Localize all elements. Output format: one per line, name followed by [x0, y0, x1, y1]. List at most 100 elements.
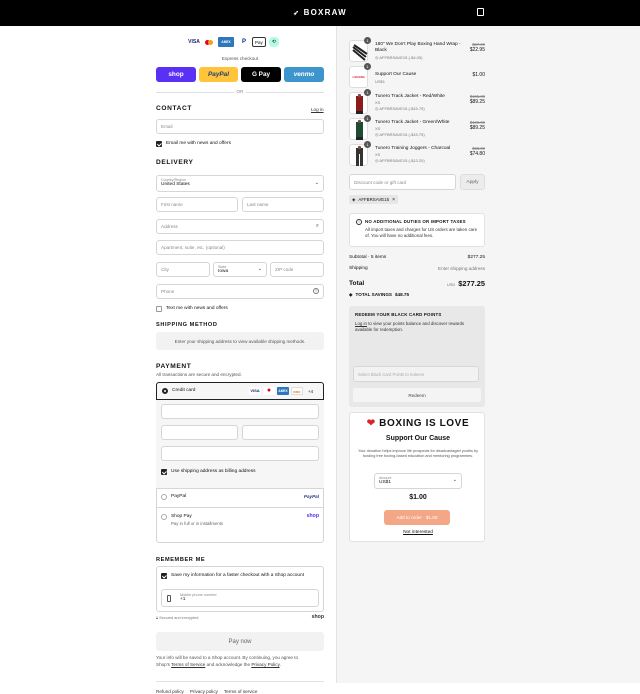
terms-link[interactable]: Terms of Service — [171, 662, 205, 667]
boxing-is-love-logo: ♥ BOXING — [352, 75, 365, 79]
price: $89.25 — [469, 99, 485, 105]
paypal-label: PayPal — [171, 494, 187, 499]
remove-discount-icon[interactable]: × — [392, 197, 395, 203]
name-on-card-field[interactable] — [161, 446, 319, 461]
chevron-down-icon: ⌄ — [452, 477, 457, 483]
amount-select[interactable]: Amount US$1 ⌄ — [374, 473, 462, 489]
phone-field[interactable]: Phone ? — [156, 284, 324, 299]
radio-icon — [161, 494, 167, 500]
card-brand-icons: VISA ● AMEX DISC +4 — [249, 387, 313, 395]
secure-note: 🔒︎ Secured and encrypted — [156, 616, 199, 620]
shop-logo: shop — [306, 513, 319, 519]
price: $89.25 — [469, 125, 485, 131]
lock-icon: 🔒︎ — [156, 616, 159, 620]
apply-button[interactable]: Apply — [460, 174, 485, 190]
terms-of-service-link[interactable]: Terms of service — [224, 689, 257, 694]
amex-icon: AMEX — [218, 37, 234, 47]
card-number-field[interactable] — [161, 404, 319, 419]
total-savings: ◈ TOTAL SAVINGS $48.75 — [349, 292, 410, 297]
item-discount: ◎ AFFBRSAVE15 (-$4.05) — [375, 55, 423, 60]
item-discount: ◎ AFFBRSAVE15 (-$13.20) — [375, 158, 425, 163]
item-variant: XS — [375, 126, 381, 131]
paypal-button[interactable]: PayPal — [199, 67, 238, 82]
shipping-value: Enter shipping address — [438, 266, 485, 271]
sms-checkbox[interactable] — [156, 306, 162, 312]
add-to-order-button[interactable]: Add to order · $1.00 — [384, 510, 450, 525]
country-value: United States — [161, 182, 190, 187]
news-checkbox[interactable] — [156, 141, 162, 147]
shopping-bag-icon[interactable] — [477, 8, 484, 16]
delivery-heading: DELIVERY — [156, 159, 194, 166]
item-discount: ◎ AFFBRSAVE15 (-$15.75) — [375, 132, 425, 137]
hand-wrap-image — [352, 44, 368, 61]
item-variant: XS — [375, 100, 381, 105]
paypal-logo: PayPal — [303, 494, 319, 499]
first-name-field[interactable]: First name — [156, 197, 238, 212]
privacy-link[interactable]: Privacy Policy — [251, 662, 279, 667]
venmo-button[interactable]: venmo — [284, 67, 324, 82]
not-interested-link[interactable]: Not interested — [350, 530, 486, 535]
support-cause-card: ❤︎ BOXING IS LOVE Support Our Cause Your… — [349, 412, 485, 542]
save-info-checkbox[interactable] — [161, 573, 167, 579]
subtotal-label: Subtotal · 5 items — [349, 255, 387, 260]
shop-pay-option[interactable]: Shop Pay Pay in full or in installments … — [156, 508, 324, 543]
pay-now-button[interactable]: Pay now — [156, 632, 324, 651]
billing-checkbox[interactable] — [161, 469, 167, 475]
privacy-policy-link[interactable]: Privacy policy — [190, 689, 218, 694]
address-field[interactable]: Address ⌕ — [156, 219, 324, 234]
price: $74.80 — [469, 151, 485, 157]
news-checkbox-label: Email me with news and offers — [166, 141, 231, 146]
sms-checkbox-label: Text me with news and offers — [166, 306, 228, 311]
afterpay-icon: ⟲ — [268, 37, 279, 47]
payment-heading: PAYMENT — [156, 363, 192, 370]
brand-logo[interactable]: ➶ BOXRAW — [0, 8, 640, 17]
points-login-link[interactable]: Log in — [355, 321, 367, 326]
discount-code-field[interactable]: Discount code or gift card — [349, 174, 456, 190]
google-pay-button[interactable]: G Pay — [241, 67, 281, 82]
applied-discount-tag: ◈ AFFBRSAVE15 × — [349, 195, 398, 204]
cause-text: Your donation helps improve life prospec… — [358, 449, 478, 458]
duties-text: All import taxes and charges for US orde… — [365, 227, 478, 238]
login-link[interactable]: Log in — [311, 107, 324, 112]
security-code-field[interactable] — [242, 425, 319, 440]
order-summary: 1 180" We Don't Play Boxing Hand Wrap - … — [349, 26, 485, 683]
last-name-field[interactable]: Last name — [242, 197, 324, 212]
zip-field[interactable]: ZIP code — [270, 262, 324, 277]
tag-icon: ◈ — [349, 292, 353, 297]
phone-icon — [167, 595, 171, 602]
quantity-badge: 1 — [364, 115, 371, 122]
boxing-is-love-title: ❤︎ BOXING IS LOVE — [366, 418, 470, 429]
quantity-badge: 1 — [364, 63, 371, 70]
redeem-points-box: REDEEM YOUR BLACK CARD POINTS Log in to … — [349, 306, 485, 407]
apartment-field[interactable]: Apartment, suite, etc. (optional) — [156, 240, 324, 255]
city-field[interactable]: City — [156, 262, 210, 277]
discover-icon: DISC — [291, 387, 303, 395]
credit-card-option[interactable]: Credit card VISA ● AMEX DISC +4 — [156, 382, 324, 400]
jacket-image — [356, 93, 363, 114]
state-select[interactable]: State Iowa ⌄ — [213, 262, 267, 277]
remember-me-heading: REMEMBER ME — [156, 557, 206, 563]
redeem-button[interactable]: Redeem — [353, 388, 481, 402]
expiry-field[interactable] — [161, 425, 238, 440]
payment-subtitle: All transactions are secure and encrypte… — [156, 372, 242, 377]
search-icon: ⌕ — [315, 223, 319, 229]
item-price: $27.00 $22.95 — [445, 42, 485, 53]
mobile-value: +1 — [180, 597, 186, 602]
points-select[interactable]: Select Black Card Points to redeem — [353, 366, 479, 382]
heart-icon: ❤︎ — [366, 418, 376, 429]
currency-code: USD — [446, 282, 456, 287]
paypal-option[interactable]: PayPal PayPal — [156, 489, 324, 507]
email-field[interactable]: Email — [156, 119, 324, 134]
mobile-phone-field[interactable]: Mobile phone number +1 — [161, 589, 319, 607]
help-icon[interactable]: ? — [313, 287, 319, 294]
refund-policy-link[interactable]: Refund policy — [156, 689, 184, 694]
shop-pay-button[interactable]: shop — [156, 67, 196, 82]
item-price: $1.00 — [472, 72, 485, 78]
top-bar: ➶ BOXRAW — [0, 0, 640, 26]
item-variant: US$1 — [375, 79, 386, 84]
country-select[interactable]: Country/Region United States ⌄ — [156, 175, 324, 192]
total-amount: $277.25 — [458, 279, 485, 288]
more-cards-count: +4 — [308, 388, 314, 394]
mastercard-icon — [203, 39, 215, 45]
footer-links: Refund policy Privacy policy Terms of se… — [156, 689, 257, 694]
